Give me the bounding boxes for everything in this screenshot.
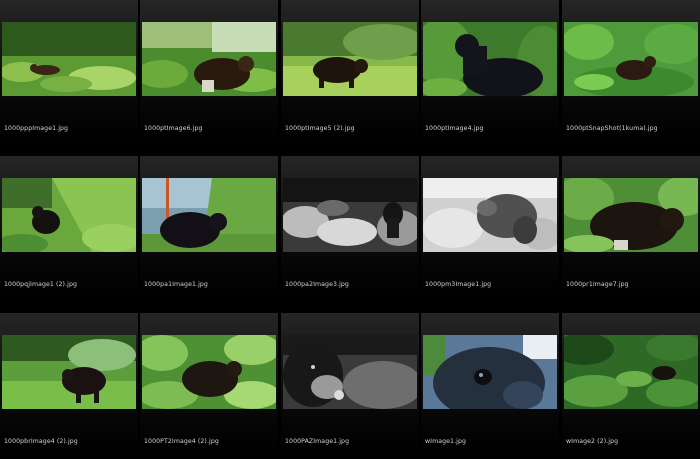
night-bear-closeup-icon xyxy=(423,178,557,252)
file-tile[interactable]: 1000pqjImage1 (2).jpg xyxy=(0,156,138,302)
forest-bear-small-icon xyxy=(2,22,136,96)
file-tile[interactable]: 1000pa1Image1.jpg xyxy=(140,156,278,302)
file-tile[interactable]: wImage2 (2).jpg xyxy=(562,313,700,459)
large-bear-icon xyxy=(564,178,698,252)
night-bear-icon xyxy=(283,178,417,252)
thumbnail-image[interactable] xyxy=(2,335,136,409)
file-name[interactable]: 1000pqjImage1 (2).jpg xyxy=(4,281,77,288)
file-name[interactable]: 1000ptImage4.jpg xyxy=(425,125,484,132)
file-tile[interactable]: 1000ptImage5 (2).jpg xyxy=(281,0,419,146)
file-tile[interactable]: 1000PT2Image4 (2).jpg xyxy=(140,313,278,459)
meadow-bear-icon xyxy=(283,22,417,96)
file-name[interactable]: 1000pbrImage4 (2).jpg xyxy=(4,438,78,445)
grass-bear-icon xyxy=(2,335,136,409)
file-name[interactable]: 1000pa2Image3.jpg xyxy=(285,281,349,288)
file-name[interactable]: 1000PAZImage1.jpg xyxy=(285,438,349,445)
file-name[interactable]: 1000pppImage1.jpg xyxy=(4,125,68,132)
forest-bear-icon xyxy=(142,22,276,96)
file-tile[interactable]: 1000ptSnapShot(1kuma).jpg xyxy=(562,0,700,146)
thumbnail-image[interactable] xyxy=(423,335,557,409)
thumbnail-image[interactable] xyxy=(142,335,276,409)
standing-bear-icon xyxy=(423,22,557,96)
file-name[interactable]: 1000pm3Image1.jpg xyxy=(425,281,491,288)
file-tile[interactable]: wImage1.jpg xyxy=(421,313,559,459)
thumbnail-image[interactable] xyxy=(2,178,136,252)
file-tile[interactable]: 1000pr1Image7.jpg xyxy=(562,156,700,302)
file-name[interactable]: 1000pr1Image7.jpg xyxy=(566,281,629,288)
file-name[interactable]: 1000ptImage6.jpg xyxy=(144,125,203,132)
thumbnail-grid: 1000pppImage1.jpg 1000ptImage6.jpg 1000p… xyxy=(0,0,700,459)
file-name[interactable]: 1000ptImage5 (2).jpg xyxy=(285,125,355,132)
bear-face-closeup-icon xyxy=(423,335,557,409)
file-name[interactable]: 1000PT2Image4 (2).jpg xyxy=(144,438,219,445)
thumbnail-image[interactable] xyxy=(2,22,136,96)
thumbnail-image[interactable] xyxy=(283,22,417,96)
file-tile[interactable]: 1000ptImage6.jpg xyxy=(140,0,278,146)
thumbnail-image[interactable] xyxy=(564,178,698,252)
file-tile[interactable]: 1000PAZImage1.jpg xyxy=(281,313,419,459)
thumbnail-image[interactable] xyxy=(423,178,557,252)
bush-bear-icon xyxy=(564,22,698,96)
thumbnail-image[interactable] xyxy=(142,22,276,96)
file-name[interactable]: 1000ptSnapShot(1kuma).jpg xyxy=(566,125,658,132)
thumbnail-image[interactable] xyxy=(142,178,276,252)
thumbnail-image[interactable] xyxy=(564,335,698,409)
thumbnail-image[interactable] xyxy=(283,335,417,409)
file-name[interactable]: wImage1.jpg xyxy=(425,438,466,445)
file-tile[interactable]: 1000pppImage1.jpg xyxy=(0,0,138,146)
hillside-bear-icon xyxy=(2,178,136,252)
leafy-bear-icon xyxy=(142,335,276,409)
file-tile[interactable]: 1000ptImage4.jpg xyxy=(421,0,559,146)
night-bear-face-icon xyxy=(283,335,417,409)
thumbnail-image[interactable] xyxy=(423,22,557,96)
file-tile[interactable]: 1000pbrImage4 (2).jpg xyxy=(0,313,138,459)
thumbnail-image[interactable] xyxy=(283,178,417,252)
file-tile[interactable]: 1000pa2Image3.jpg xyxy=(281,156,419,302)
thumbnail-image[interactable] xyxy=(564,22,698,96)
dense-brush-bear-icon xyxy=(564,335,698,409)
file-tile[interactable]: 1000pm3Image1.jpg xyxy=(421,156,559,302)
file-name[interactable]: 1000pa1Image1.jpg xyxy=(144,281,208,288)
bear-near-pole-icon xyxy=(142,178,276,252)
file-name[interactable]: wImage2 (2).jpg xyxy=(566,438,618,445)
